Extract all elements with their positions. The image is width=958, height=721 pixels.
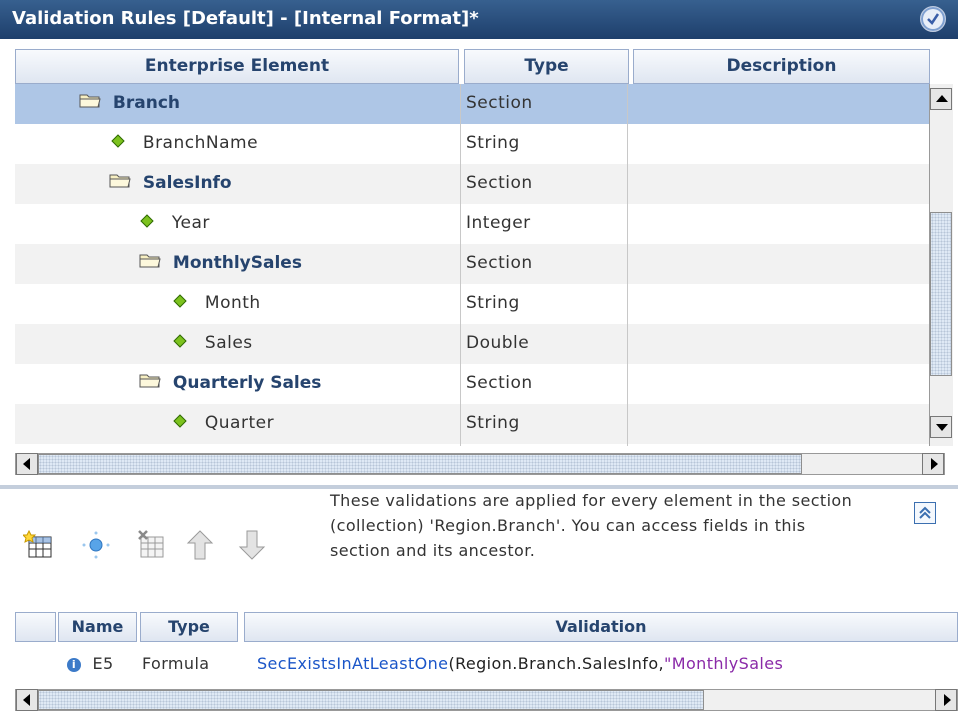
window-title: Validation Rules [Default] - [Internal F… [12,8,479,29]
description-value[interactable] [627,324,927,364]
type-value: String [466,133,520,153]
column-header-validation[interactable]: Validation [244,612,958,642]
folder-icon [109,164,131,202]
tree-item-label: SalesInfo [142,173,232,193]
tree-row-branchname[interactable]: BranchName String [15,124,929,164]
validation-name: E5 [92,654,114,673]
type-value: Integer [466,213,531,233]
type-value: Double [466,333,530,353]
vertical-scroll-thumb[interactable] [930,212,952,376]
type-value: String [466,293,520,313]
delete-rule-icon[interactable] [135,529,167,566]
scroll-right-button[interactable] [935,689,957,711]
validation-formula[interactable]: SecExistsInAtLeastOne(Region.Branch.Sale… [257,642,783,684]
formula-function: SecExistsInAtLeastOne [257,654,449,673]
description-value[interactable] [627,364,927,404]
field-diamond-icon [111,124,125,162]
tree-vertical-scrollbar[interactable] [929,84,953,446]
description-value[interactable] [627,244,927,284]
section-info-text: These validations are applied for every … [330,491,853,560]
field-diamond-icon [173,324,187,362]
type-value: Section [466,253,533,273]
scroll-left-button[interactable] [16,689,38,711]
field-diamond-icon [173,404,187,442]
folder-icon [79,84,101,122]
description-value[interactable] [627,404,927,444]
type-value: Section [466,93,533,113]
scroll-up-button[interactable] [930,88,952,110]
element-grid-header: Enterprise Element Type Description [15,49,930,84]
column-header-type[interactable]: Type [464,49,629,84]
collapse-panel-button[interactable] [914,502,936,524]
tree-row-year[interactable]: Year Integer [15,204,929,244]
tree-item-label: MonthlySales [172,253,302,273]
arrow-right-icon [931,458,938,470]
validation-row[interactable]: i E5 Formula SecExistsInAtLeastOne(Regio… [15,642,958,684]
arrow-left-icon [23,458,30,470]
tree-row-salesinfo[interactable]: SalesInfo Section [15,164,929,204]
horizontal-scroll-thumb[interactable] [38,454,802,474]
folder-icon [139,364,161,402]
type-value: Section [466,173,533,193]
window-title-bar: Validation Rules [Default] - [Internal F… [0,0,958,39]
formula-string-literal: "MonthlySales [664,654,784,673]
arrow-right-icon [944,694,951,706]
arrow-down-icon [936,424,948,431]
tree-item-label: Quarterly Sales [172,373,322,393]
add-rule-icon[interactable] [21,529,55,566]
description-value[interactable] [627,204,927,244]
element-tree: Branch Section BranchName String SalesIn… [15,84,929,446]
description-value[interactable] [627,284,927,324]
tree-row-quarter[interactable]: Quarter String [15,404,929,444]
validation-horizontal-scrollbar[interactable] [15,689,958,711]
move-up-icon[interactable] [186,529,214,566]
field-diamond-icon [140,204,154,242]
type-value: String [466,413,520,433]
double-chevron-up-icon [919,506,931,519]
column-header-type[interactable]: Type [140,612,238,642]
tree-row-sales[interactable]: Sales Double [15,324,929,364]
scroll-down-button[interactable] [930,416,952,438]
tree-item-label: BranchName [142,133,259,153]
description-value[interactable] [627,84,927,124]
arrow-left-icon [23,694,30,706]
column-header-name[interactable]: Name [58,612,137,642]
column-divider [627,84,628,446]
scroll-right-button[interactable] [922,453,944,475]
type-value: Section [466,373,533,393]
scroll-left-button[interactable] [16,453,38,475]
add-field-icon[interactable] [80,529,112,566]
tree-row-month[interactable]: Month String [15,284,929,324]
tree-item-label: Year [171,213,210,233]
tree-item-label: Quarter [204,413,275,433]
folder-icon [139,244,161,282]
field-diamond-icon [173,284,187,322]
tree-row-quarterly-sales[interactable]: Quarterly Sales Section [15,364,929,404]
tree-row-branch[interactable]: Branch Section [15,84,929,124]
column-header-description[interactable]: Description [633,49,930,84]
tree-item-label: Branch [112,93,181,113]
row-selector-header [15,612,56,642]
description-value[interactable] [627,124,927,164]
horizontal-scroll-thumb[interactable] [38,690,704,710]
tree-row-monthlysales[interactable]: MonthlySales Section [15,244,929,284]
tree-item-label: Sales [204,333,253,353]
move-down-icon[interactable] [238,529,266,566]
validation-type: Formula [142,654,210,673]
check-icon[interactable] [920,6,946,32]
tree-horizontal-scrollbar[interactable] [15,453,945,475]
formula-arguments: (Region.Branch.SalesInfo, [448,654,665,673]
column-header-enterprise-element[interactable]: Enterprise Element [15,49,459,84]
tree-item-label: Month [204,293,261,313]
arrow-up-icon [936,95,948,102]
column-divider [460,84,461,446]
info-icon: i [67,657,81,672]
description-value[interactable] [627,164,927,204]
